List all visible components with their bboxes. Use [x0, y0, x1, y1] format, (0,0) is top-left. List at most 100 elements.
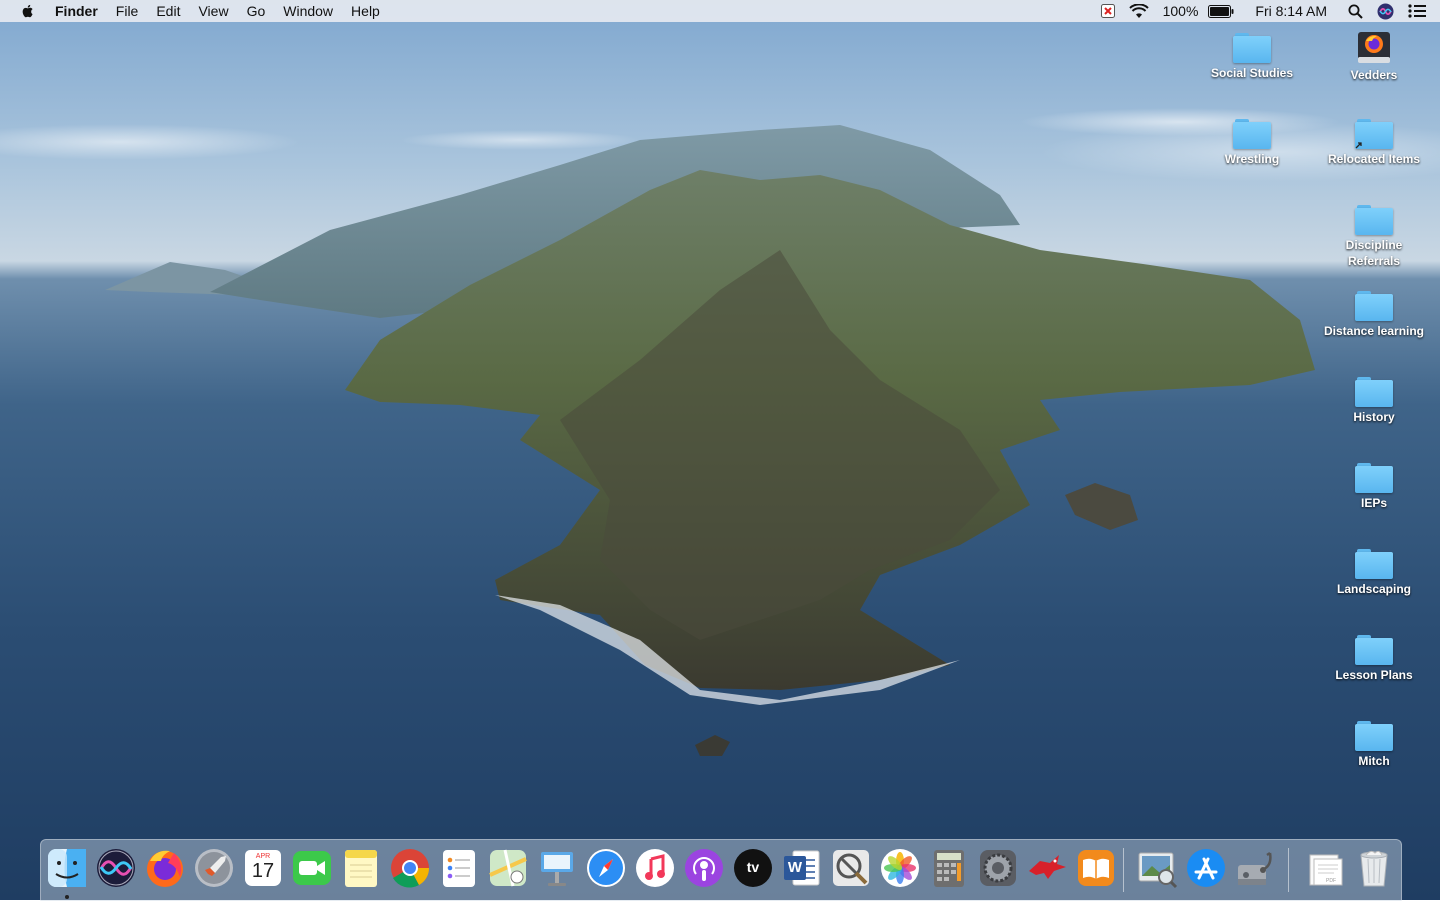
chrome-icon: [391, 849, 430, 888]
desktop-icon-label: History: [1353, 410, 1395, 424]
dock-separator: [1288, 848, 1289, 892]
folder-icon: [1355, 635, 1393, 665]
desktop-folder-mitch[interactable]: Mitch: [1316, 721, 1432, 769]
desktop-folder-wrestling[interactable]: Wrestling: [1194, 119, 1310, 167]
dock: APR 17 tv W PDF: [40, 839, 1402, 901]
folder-icon: [1355, 463, 1393, 493]
dock-launchpad[interactable]: [193, 847, 235, 889]
menu-file[interactable]: File: [107, 0, 148, 22]
notes-icon: [345, 850, 377, 887]
desktop-folder-ieps[interactable]: IEPs: [1316, 463, 1432, 511]
podcasts-icon: [685, 849, 723, 887]
dock-app-store[interactable]: [1185, 847, 1227, 889]
red-bird-logo-icon: [1029, 855, 1066, 879]
dock-preview[interactable]: [1136, 847, 1178, 889]
menu-go[interactable]: Go: [238, 0, 275, 22]
dock-disk-utility[interactable]: [1234, 847, 1276, 889]
launchpad-icon: [195, 849, 233, 887]
dock-system-preferences[interactable]: [977, 847, 1019, 889]
dock-separator: [1123, 848, 1124, 892]
alias-arrow-icon: [1355, 142, 1362, 149]
dock-calendar[interactable]: APR 17: [242, 847, 284, 889]
menu-bar: Finder File Edit View Go Window Help 100…: [0, 0, 1440, 22]
desktop-icon-label: Landscaping: [1336, 582, 1411, 596]
desktop-item-vedders[interactable]: Vedders: [1316, 29, 1432, 83]
siri-icon: [97, 849, 135, 887]
dock-word[interactable]: W: [781, 847, 823, 889]
dock-maps[interactable]: [487, 847, 529, 889]
trash-icon: [1360, 850, 1388, 887]
reminders-icon: [443, 850, 475, 887]
disk-utility-icon: [1238, 851, 1272, 885]
dock-siri[interactable]: [95, 847, 137, 889]
desktop-folder-social-studies[interactable]: Social Studies: [1194, 33, 1310, 81]
spotlight-search-icon[interactable]: [1348, 4, 1363, 19]
folder-icon: [1355, 291, 1393, 321]
word-letter: W: [787, 859, 803, 876]
dock-photos[interactable]: [879, 847, 921, 889]
dock-notes[interactable]: [340, 847, 382, 889]
finder-running-indicator: [65, 895, 69, 899]
siri-icon[interactable]: [1377, 3, 1394, 20]
books-icon: [1078, 850, 1114, 886]
apple-logo-icon[interactable]: [20, 3, 36, 19]
folder-icon: [1355, 205, 1393, 235]
dock-keynote[interactable]: [536, 847, 578, 889]
menu-help[interactable]: Help: [342, 0, 389, 22]
desktop-folder-discipline-referrals[interactable]: Discipline Referrals: [1316, 205, 1432, 269]
wifi-icon[interactable]: [1128, 3, 1149, 19]
status-area: 100% Fri 8:14 AM: [1094, 0, 1440, 22]
dock-chrome[interactable]: [389, 847, 431, 889]
dock-facetime[interactable]: [291, 847, 333, 889]
small-rock: [695, 735, 730, 756]
desktop-folder-relocated-items[interactable]: Relocated Items: [1316, 119, 1432, 167]
desktop-icon-label: Distance learning: [1323, 324, 1425, 338]
dock-podcasts[interactable]: [683, 847, 725, 889]
folder-icon: [1355, 549, 1393, 579]
dock-safari[interactable]: [585, 847, 627, 889]
desktop-folder-lesson-plans[interactable]: Lesson Plans: [1316, 635, 1432, 683]
battery-icon[interactable]: [1208, 4, 1234, 18]
facetime-icon: [293, 851, 331, 885]
gear-icon: [980, 850, 1016, 886]
menu-window[interactable]: Window: [274, 0, 342, 22]
no-entry-tool-icon: [833, 850, 869, 886]
preview-icon: [1138, 852, 1178, 889]
dock-directory-utility[interactable]: [830, 847, 872, 889]
desktop-icon-label: Mitch: [1358, 754, 1390, 768]
notification-center-icon[interactable]: [1408, 4, 1426, 18]
folder-icon: [1355, 377, 1393, 407]
clock[interactable]: Fri 8:14 AM: [1255, 3, 1327, 19]
desktop-icon-label: Relocated Items: [1327, 152, 1421, 166]
desktop-icon-label: Vedders: [1350, 68, 1398, 82]
dock-reminders[interactable]: [438, 847, 480, 889]
dock-finder[interactable]: [46, 847, 88, 889]
x-app-icon[interactable]: [1100, 4, 1115, 18]
maps-icon: [489, 849, 527, 887]
folder-alias-icon: [1355, 119, 1393, 149]
menu-app-finder[interactable]: Finder: [46, 0, 107, 22]
dock-firefox[interactable]: [144, 847, 186, 889]
menu-view[interactable]: View: [189, 0, 237, 22]
battery-percent[interactable]: 100%: [1163, 3, 1199, 19]
dock-documents-stack[interactable]: PDF: [1304, 847, 1346, 889]
dock-books[interactable]: [1075, 847, 1117, 889]
safari-icon: [587, 849, 625, 887]
dock-redhawk-app[interactable]: [1026, 847, 1068, 889]
menu-edit[interactable]: Edit: [147, 0, 189, 22]
app-store-icon: [1187, 849, 1225, 887]
calendar-month: APR: [255, 853, 271, 860]
tv-label: tv: [746, 859, 760, 875]
desktop-icon-label: Lesson Plans: [1335, 668, 1413, 682]
desktop-folder-landscaping[interactable]: Landscaping: [1316, 549, 1432, 597]
calendar-day: 17: [251, 860, 275, 882]
dock-calculator[interactable]: [928, 847, 970, 889]
svg-text:PDF: PDF: [1326, 878, 1336, 884]
firefox-disk-icon: [1358, 32, 1390, 63]
dock-apple-tv[interactable]: tv: [732, 847, 774, 889]
desktop-folder-history[interactable]: History: [1316, 377, 1432, 425]
dock-music[interactable]: [634, 847, 676, 889]
dock-trash[interactable]: [1353, 847, 1395, 889]
desktop-icon-label: Wrestling: [1224, 152, 1280, 166]
desktop-folder-distance-learning[interactable]: Distance learning: [1316, 291, 1432, 339]
